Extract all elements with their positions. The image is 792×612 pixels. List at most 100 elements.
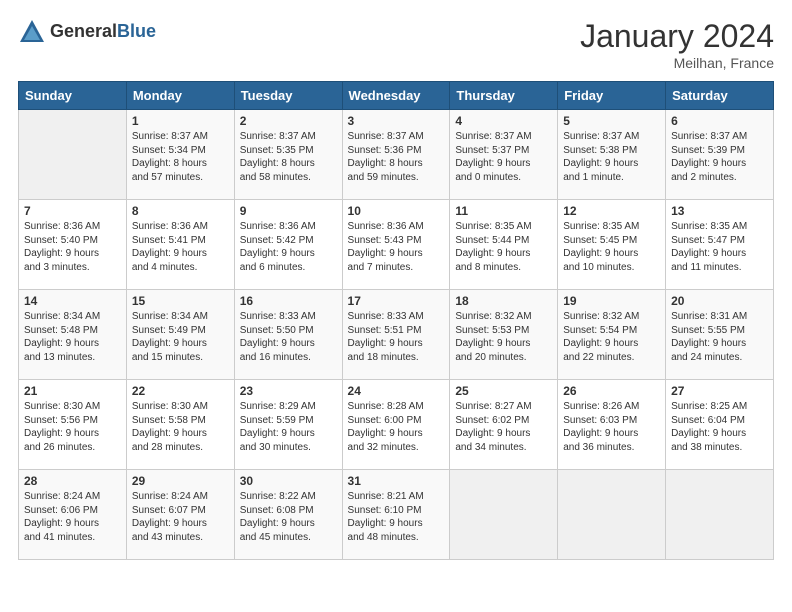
logo: GeneralBlue: [18, 18, 156, 46]
page: GeneralBlue January 2024 Meilhan, France…: [0, 0, 792, 612]
day-info: Sunrise: 8:29 AMSunset: 5:59 PMDaylight:…: [240, 400, 337, 454]
day-info: Sunrise: 8:33 AMSunset: 5:51 PMDaylight:…: [348, 310, 445, 364]
calendar-header: Sunday Monday Tuesday Wednesday Thursday…: [19, 82, 774, 110]
table-row: [558, 470, 666, 560]
day-info: Sunrise: 8:31 AMSunset: 5:55 PMDaylight:…: [671, 310, 768, 364]
table-row: 28 Sunrise: 8:24 AMSunset: 6:06 PMDayligh…: [19, 470, 127, 560]
calendar-body: 1 Sunrise: 8:37 AMSunset: 5:34 PMDaylight…: [19, 110, 774, 560]
table-row: 21Sunrise: 8:30 AMSunset: 5:56 PMDayligh…: [19, 380, 127, 470]
day-number: 1: [132, 114, 229, 128]
day-number: 4: [455, 114, 552, 128]
table-row: 31 Sunrise: 8:21 AMSunset: 6:10 PMDayligh…: [342, 470, 450, 560]
day-info: Sunrise: 8:30 AMSunset: 5:58 PMDaylight:…: [132, 400, 229, 454]
day-number: 24: [348, 384, 445, 398]
day-info: Sunrise: 8:32 AMSunset: 5:54 PMDaylight:…: [563, 310, 660, 364]
table-row: 27Sunrise: 8:25 AMSunset: 6:04 PMDayligh…: [666, 380, 774, 470]
day-info: Sunrise: 8:37 AMSunset: 5:35 PMDaylight:…: [240, 130, 337, 184]
day-info: Sunrise: 8:28 AMSunset: 6:00 PMDaylight:…: [348, 400, 445, 454]
table-row: 16 Sunrise: 8:33 AMSunset: 5:50 PMDayligh…: [234, 290, 342, 380]
day-info: Sunrise: 8:35 AMSunset: 5:44 PMDaylight:…: [455, 220, 552, 274]
day-number: 23: [240, 384, 337, 398]
day-number: 10: [348, 204, 445, 218]
table-row: 26Sunrise: 8:26 AMSunset: 6:03 PMDayligh…: [558, 380, 666, 470]
table-row: 12 Sunrise: 8:35 AMSunset: 5:45 PMDayligh…: [558, 200, 666, 290]
day-number: 5: [563, 114, 660, 128]
table-row: 4Sunrise: 8:37 AMSunset: 5:37 PMDaylight…: [450, 110, 558, 200]
calendar-week-row: 21Sunrise: 8:30 AMSunset: 5:56 PMDayligh…: [19, 380, 774, 470]
day-info: Sunrise: 8:37 AMSunset: 5:39 PMDaylight:…: [671, 130, 768, 184]
day-info: Sunrise: 8:32 AMSunset: 5:53 PMDaylight:…: [455, 310, 552, 364]
day-number: 25: [455, 384, 552, 398]
day-info: Sunrise: 8:33 AMSunset: 5:50 PMDaylight:…: [240, 310, 337, 364]
header-row: Sunday Monday Tuesday Wednesday Thursday…: [19, 82, 774, 110]
table-row: 7 Sunrise: 8:36 AMSunset: 5:40 PMDaylight…: [19, 200, 127, 290]
day-number: 7: [24, 204, 121, 218]
table-row: [19, 110, 127, 200]
table-row: 25 Sunrise: 8:27 AMSunset: 6:02 PMDayligh…: [450, 380, 558, 470]
day-info: Sunrise: 8:26 AMSunset: 6:03 PMDaylight:…: [563, 400, 660, 454]
day-number: 9: [240, 204, 337, 218]
table-row: 18 Sunrise: 8:32 AMSunset: 5:53 PMDayligh…: [450, 290, 558, 380]
day-number: 18: [455, 294, 552, 308]
day-info: Sunrise: 8:24 AMSunset: 6:07 PMDaylight:…: [132, 490, 229, 544]
day-info: Sunrise: 8:37 AMSunset: 5:38 PMDaylight:…: [563, 130, 660, 184]
day-info: Sunrise: 8:34 AMSunset: 5:49 PMDaylight:…: [132, 310, 229, 364]
day-info: Sunrise: 8:35 AMSunset: 5:45 PMDaylight:…: [563, 220, 660, 274]
day-number: 8: [132, 204, 229, 218]
header-friday: Friday: [558, 82, 666, 110]
table-row: 8 Sunrise: 8:36 AMSunset: 5:41 PMDaylight…: [126, 200, 234, 290]
day-info: Sunrise: 8:22 AMSunset: 6:08 PMDaylight:…: [240, 490, 337, 544]
table-row: 14Sunrise: 8:34 AMSunset: 5:48 PMDayligh…: [19, 290, 127, 380]
day-number: 2: [240, 114, 337, 128]
table-row: 19Sunrise: 8:32 AMSunset: 5:54 PMDayligh…: [558, 290, 666, 380]
day-info: Sunrise: 8:36 AMSunset: 5:40 PMDaylight:…: [24, 220, 121, 274]
day-info: Sunrise: 8:36 AMSunset: 5:42 PMDaylight:…: [240, 220, 337, 274]
day-info: Sunrise: 8:36 AMSunset: 5:43 PMDaylight:…: [348, 220, 445, 274]
day-number: 20: [671, 294, 768, 308]
logo-general-text: General: [50, 21, 117, 41]
day-number: 13: [671, 204, 768, 218]
table-row: 9 Sunrise: 8:36 AMSunset: 5:42 PMDaylight…: [234, 200, 342, 290]
day-number: 30: [240, 474, 337, 488]
day-info: Sunrise: 8:37 AMSunset: 5:36 PMDaylight:…: [348, 130, 445, 184]
header-thursday: Thursday: [450, 82, 558, 110]
table-row: 20 Sunrise: 8:31 AMSunset: 5:55 PMDayligh…: [666, 290, 774, 380]
table-row: 15 Sunrise: 8:34 AMSunset: 5:49 PMDayligh…: [126, 290, 234, 380]
table-row: 11 Sunrise: 8:35 AMSunset: 5:44 PMDayligh…: [450, 200, 558, 290]
table-row: 5 Sunrise: 8:37 AMSunset: 5:38 PMDaylight…: [558, 110, 666, 200]
table-row: 29Sunrise: 8:24 AMSunset: 6:07 PMDayligh…: [126, 470, 234, 560]
calendar-table: Sunday Monday Tuesday Wednesday Thursday…: [18, 81, 774, 560]
table-row: [666, 470, 774, 560]
day-number: 12: [563, 204, 660, 218]
day-info: Sunrise: 8:25 AMSunset: 6:04 PMDaylight:…: [671, 400, 768, 454]
header-tuesday: Tuesday: [234, 82, 342, 110]
header-monday: Monday: [126, 82, 234, 110]
day-number: 6: [671, 114, 768, 128]
calendar-week-row: 14Sunrise: 8:34 AMSunset: 5:48 PMDayligh…: [19, 290, 774, 380]
header-saturday: Saturday: [666, 82, 774, 110]
table-row: 13 Sunrise: 8:35 AMSunset: 5:47 PMDayligh…: [666, 200, 774, 290]
table-row: 22Sunrise: 8:30 AMSunset: 5:58 PMDayligh…: [126, 380, 234, 470]
day-info: Sunrise: 8:34 AMSunset: 5:48 PMDaylight:…: [24, 310, 121, 364]
day-info: Sunrise: 8:36 AMSunset: 5:41 PMDaylight:…: [132, 220, 229, 274]
table-row: 3 Sunrise: 8:37 AMSunset: 5:36 PMDaylight…: [342, 110, 450, 200]
table-row: 1 Sunrise: 8:37 AMSunset: 5:34 PMDaylight…: [126, 110, 234, 200]
day-info: Sunrise: 8:35 AMSunset: 5:47 PMDaylight:…: [671, 220, 768, 274]
day-info: Sunrise: 8:37 AMSunset: 5:34 PMDaylight:…: [132, 130, 229, 184]
day-info: Sunrise: 8:27 AMSunset: 6:02 PMDaylight:…: [455, 400, 552, 454]
day-number: 3: [348, 114, 445, 128]
day-number: 11: [455, 204, 552, 218]
day-number: 16: [240, 294, 337, 308]
table-row: 23 Sunrise: 8:29 AMSunset: 5:59 PMDayligh…: [234, 380, 342, 470]
day-number: 28: [24, 474, 121, 488]
day-number: 17: [348, 294, 445, 308]
day-number: 31: [348, 474, 445, 488]
day-info: Sunrise: 8:24 AMSunset: 6:06 PMDaylight:…: [24, 490, 121, 544]
calendar-week-row: 7 Sunrise: 8:36 AMSunset: 5:40 PMDaylight…: [19, 200, 774, 290]
table-row: [450, 470, 558, 560]
table-row: 30 Sunrise: 8:22 AMSunset: 6:08 PMDayligh…: [234, 470, 342, 560]
location-subtitle: Meilhan, France: [580, 55, 774, 71]
logo-text: GeneralBlue: [50, 22, 156, 42]
day-info: Sunrise: 8:21 AMSunset: 6:10 PMDaylight:…: [348, 490, 445, 544]
day-number: 15: [132, 294, 229, 308]
